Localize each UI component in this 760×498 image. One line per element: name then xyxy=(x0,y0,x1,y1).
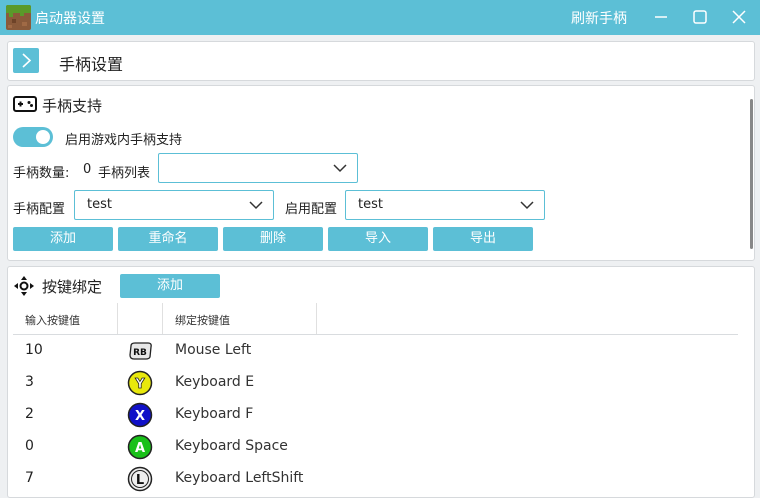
x-button-icon: X xyxy=(127,402,153,428)
output-key-value: Keyboard LeftShift xyxy=(175,470,304,486)
output-key-value: Mouse Left xyxy=(175,342,252,358)
svg-text:RB: RB xyxy=(133,348,147,358)
controller-config-select[interactable]: test xyxy=(74,190,274,220)
add-config-button[interactable]: 添加 xyxy=(13,227,113,251)
gamepad-icon xyxy=(13,95,37,117)
controller-list-select[interactable] xyxy=(158,153,358,183)
controller-config-value: test xyxy=(87,197,112,212)
l-stick-icon: L xyxy=(127,466,153,492)
chevron-down-icon xyxy=(333,164,347,173)
grass-block-icon xyxy=(6,5,31,30)
enable-controller-toggle[interactable] xyxy=(13,127,53,147)
dpad-icon xyxy=(13,275,35,301)
svg-text:A: A xyxy=(135,441,145,456)
import-config-button[interactable]: 导入 xyxy=(328,227,428,251)
column-divider[interactable] xyxy=(316,303,317,334)
add-binding-button[interactable]: 添加 xyxy=(120,274,220,298)
a-button-icon: A xyxy=(127,434,153,460)
controller-list-label: 手柄列表 xyxy=(98,166,151,181)
active-config-value: test xyxy=(358,197,383,212)
maximize-icon[interactable] xyxy=(690,7,710,27)
rename-config-button[interactable]: 重命名 xyxy=(118,227,218,251)
close-icon[interactable] xyxy=(729,7,749,27)
table-row[interactable]: 7 L Keyboard LeftShift xyxy=(13,463,738,495)
controller-count-label: 手柄数量: xyxy=(13,166,70,181)
controller-count-value: 0 xyxy=(83,162,92,177)
active-config-label: 启用配置 xyxy=(285,202,338,217)
chevron-down-icon xyxy=(249,201,263,210)
scrollbar[interactable] xyxy=(750,99,753,249)
output-key-value: Keyboard Space xyxy=(175,438,288,454)
table-row[interactable]: 10 RB Mouse Left xyxy=(13,335,738,367)
header-panel: 手柄设置 xyxy=(7,41,755,81)
table-header: 输入按键值 绑定按键值 xyxy=(13,303,738,335)
active-config-select[interactable]: test xyxy=(345,190,545,220)
table-row[interactable]: 2 X Keyboard F xyxy=(13,399,738,431)
controller-config-label: 手柄配置 xyxy=(13,202,66,217)
column-header-output[interactable]: 绑定按键值 xyxy=(175,312,230,328)
input-key-value: 3 xyxy=(25,374,34,390)
key-binding-title: 按键绑定 xyxy=(42,278,103,296)
input-key-value: 2 xyxy=(25,406,34,422)
controller-support-title: 手柄支持 xyxy=(42,97,103,115)
expand-button[interactable] xyxy=(13,48,39,73)
output-key-value: Keyboard E xyxy=(175,374,255,390)
chevron-right-icon xyxy=(22,53,32,68)
column-divider[interactable] xyxy=(162,303,163,334)
page-title: 手柄设置 xyxy=(59,55,124,74)
svg-text:X: X xyxy=(135,409,145,424)
export-config-button[interactable]: 导出 xyxy=(433,227,533,251)
delete-config-button[interactable]: 删除 xyxy=(223,227,323,251)
input-key-value: 7 xyxy=(25,470,34,486)
refresh-controllers-button[interactable]: 刷新手柄 xyxy=(571,8,627,28)
column-divider[interactable] xyxy=(117,303,118,334)
svg-text:L: L xyxy=(136,473,144,488)
minimize-icon[interactable] xyxy=(651,7,671,27)
input-key-value: 10 xyxy=(25,342,43,358)
table-row[interactable]: 3 Y Keyboard E xyxy=(13,367,738,399)
toggle-knob xyxy=(36,130,50,144)
input-key-value: 0 xyxy=(25,438,34,454)
output-key-value: Keyboard F xyxy=(175,406,254,422)
chevron-down-icon xyxy=(520,201,534,210)
enable-controller-label: 启用游戏内手柄支持 xyxy=(65,133,183,148)
window-title: 启动器设置 xyxy=(35,11,105,27)
svg-text:Y: Y xyxy=(134,377,145,392)
table-row[interactable]: 0 A Keyboard Space xyxy=(13,431,738,463)
y-button-icon: Y xyxy=(127,370,153,396)
title-bar: 启动器设置 刷新手柄 xyxy=(0,0,760,35)
column-header-input[interactable]: 输入按键值 xyxy=(25,312,80,328)
rb-button-icon: RB xyxy=(127,338,153,364)
